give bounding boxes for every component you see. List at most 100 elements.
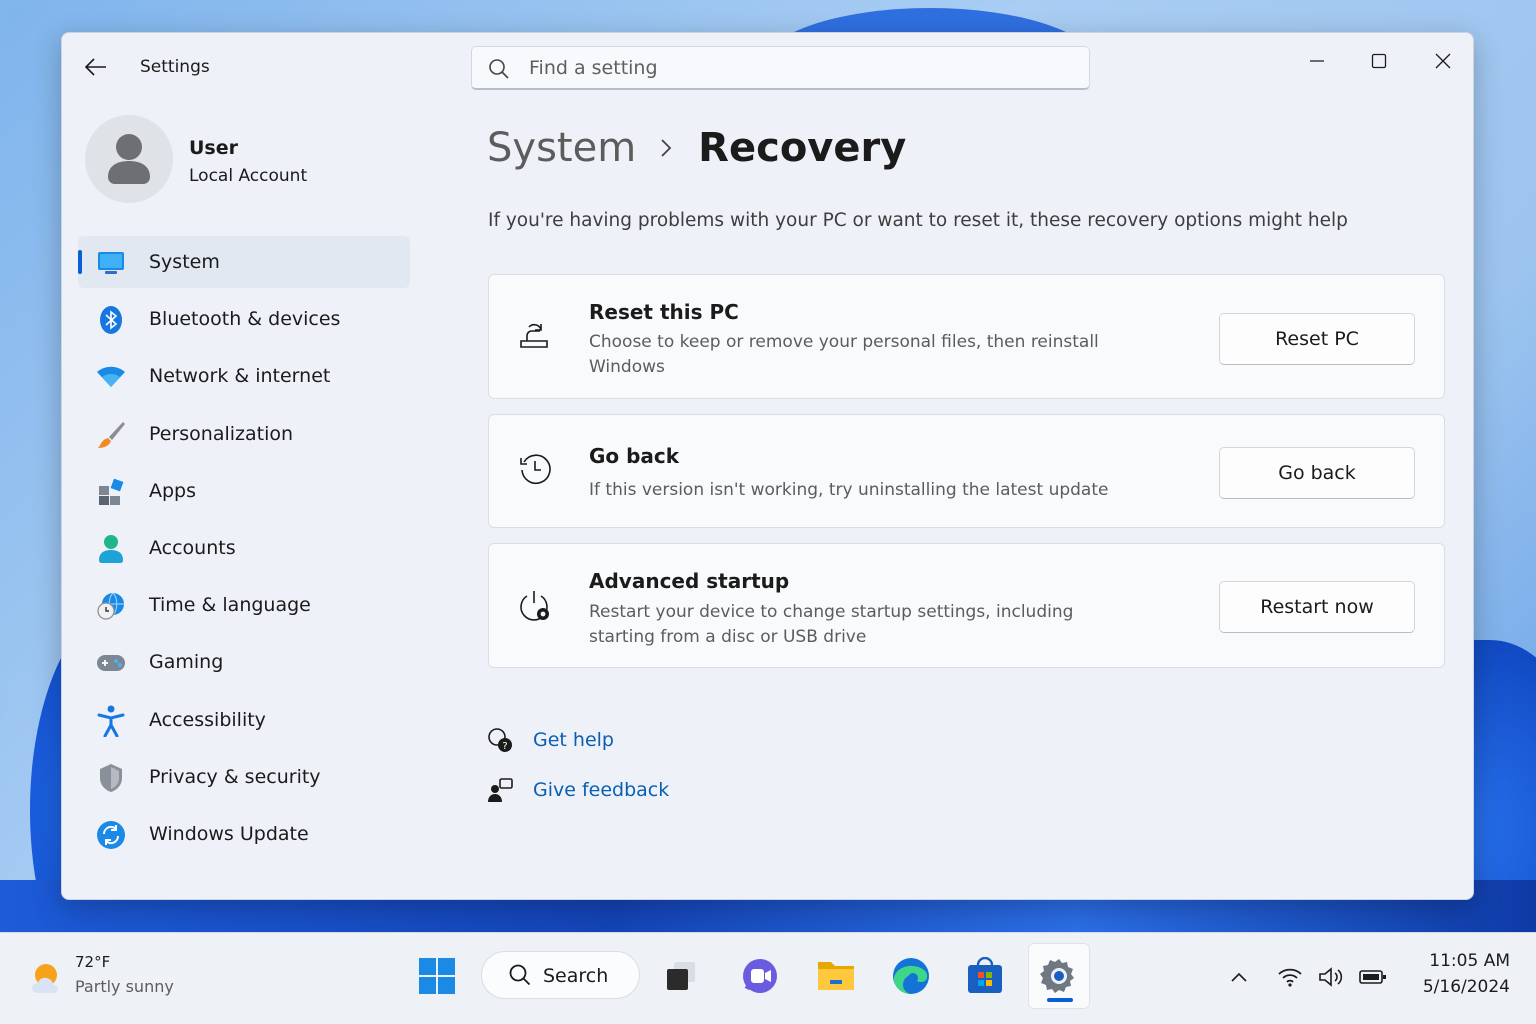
accounts-icon: [96, 534, 126, 564]
apps-icon: [96, 477, 126, 507]
globe-clock-icon: [96, 591, 126, 621]
store-icon: [968, 957, 1002, 993]
weather-widget[interactable]: 72°F Partly sunny: [28, 953, 208, 1009]
page-title: Recovery: [698, 125, 907, 171]
file-explorer-button[interactable]: [805, 943, 867, 1009]
sidebar-item-apps[interactable]: Apps: [78, 465, 410, 517]
card-title: Go back: [589, 444, 680, 468]
edge-icon: [893, 958, 929, 994]
sidebar-item-accessibility[interactable]: Accessibility: [78, 694, 410, 746]
chat-icon: [743, 959, 777, 993]
sidebar-item-time-language[interactable]: Time & language: [78, 579, 410, 631]
system-icon: [96, 248, 126, 278]
chevron-right-icon: [660, 138, 672, 158]
advanced-startup-card: Advanced startup Restart your device to …: [488, 543, 1445, 668]
sidebar-item-label: Personalization: [149, 422, 294, 445]
wifi-icon: [1278, 968, 1302, 987]
card-description: Choose to keep or remove your personal f…: [589, 332, 1099, 377]
selection-indicator: [78, 250, 82, 274]
close-icon: [1435, 53, 1451, 69]
edge-button[interactable]: [880, 943, 942, 1009]
sidebar-item-label: Privacy & security: [149, 765, 321, 788]
breadcrumb-parent[interactable]: System: [487, 125, 636, 171]
update-icon: [96, 820, 126, 850]
windows-logo-icon: [419, 958, 455, 994]
feedback-icon: [487, 777, 513, 803]
person-icon: [108, 134, 150, 184]
sidebar-item-windows-update[interactable]: Windows Update: [78, 808, 410, 860]
sidebar-item-bluetooth[interactable]: Bluetooth & devices: [78, 293, 410, 345]
taskbar-search-label: Search: [543, 965, 609, 987]
give-feedback-link[interactable]: Give feedback: [487, 777, 669, 803]
minimize-icon: [1310, 60, 1324, 62]
minimize-button[interactable]: [1294, 47, 1340, 75]
partly-sunny-icon: [32, 964, 58, 993]
shield-icon: [96, 763, 126, 793]
breadcrumb: System Recovery: [487, 125, 906, 171]
help-icon: ?: [487, 727, 513, 753]
go-back-card: Go back If this version isn't working, t…: [488, 414, 1445, 528]
restart-now-button[interactable]: Restart now: [1219, 581, 1415, 633]
avatar: [85, 115, 173, 203]
search-input[interactable]: [529, 55, 1069, 81]
user-profile[interactable]: User Local Account: [85, 115, 445, 205]
close-button[interactable]: [1420, 47, 1466, 75]
title-bar: Settings: [62, 33, 1473, 103]
weather-temp: 72°F: [75, 953, 111, 971]
chevron-up-icon: [1231, 972, 1247, 982]
reset-pc-icon: [517, 318, 553, 354]
account-type: Local Account: [189, 166, 308, 186]
svg-text:?: ?: [502, 741, 507, 752]
clock-date: 5/16/2024: [1422, 977, 1510, 997]
brush-icon: [96, 420, 126, 450]
reset-pc-button[interactable]: Reset PC: [1219, 313, 1415, 365]
maximize-button[interactable]: [1356, 47, 1402, 75]
maximize-icon: [1371, 53, 1387, 69]
history-icon: [517, 451, 553, 487]
battery-tray-button[interactable]: [1359, 963, 1387, 991]
taskbar-search[interactable]: Search: [481, 951, 640, 999]
user-name: User: [189, 137, 238, 159]
weather-condition: Partly sunny: [75, 977, 174, 996]
card-description: Restart your device to change startup se…: [589, 602, 1074, 647]
get-help-link[interactable]: ? Get help: [487, 727, 614, 753]
settings-button[interactable]: [1028, 943, 1090, 1009]
settings-window: Settings User Local Account System: [61, 32, 1474, 900]
reset-pc-card: Reset this PC Choose to keep or remove y…: [488, 274, 1445, 399]
clock[interactable]: 11:05 AM 5/16/2024: [1410, 951, 1510, 997]
sidebar-item-personalization[interactable]: Personalization: [78, 408, 410, 460]
clock-time: 11:05 AM: [1429, 951, 1510, 971]
sidebar-item-network[interactable]: Network & internet: [78, 350, 410, 402]
store-button[interactable]: [954, 943, 1016, 1009]
show-hidden-icons-button[interactable]: [1225, 963, 1253, 991]
running-indicator: [1047, 998, 1073, 1002]
sidebar-item-label: Time & language: [149, 594, 311, 617]
search-icon: [489, 59, 509, 79]
network-tray-button[interactable]: [1276, 963, 1304, 991]
sidebar-item-gaming[interactable]: Gaming: [78, 636, 410, 688]
sidebar-item-label: Network & internet: [149, 365, 331, 388]
link-label[interactable]: Give feedback: [533, 779, 669, 801]
go-back-button[interactable]: Go back: [1219, 447, 1415, 499]
search-icon: [509, 964, 531, 986]
volume-tray-button[interactable]: [1318, 963, 1346, 991]
sidebar-item-label: Windows Update: [149, 822, 309, 845]
link-label[interactable]: Get help: [533, 729, 614, 751]
start-button[interactable]: [406, 943, 468, 1009]
sidebar-item-system[interactable]: System: [78, 236, 410, 288]
accessibility-icon: [96, 705, 126, 737]
search-box[interactable]: [471, 46, 1090, 90]
sidebar-item-label: Apps: [149, 479, 197, 502]
card-title: Advanced startup: [589, 569, 790, 593]
speaker-icon: [1319, 967, 1343, 987]
back-button[interactable]: [82, 53, 110, 81]
task-view-button[interactable]: [650, 943, 712, 1009]
battery-icon: [1359, 970, 1386, 984]
sidebar-item-privacy[interactable]: Privacy & security: [78, 751, 410, 803]
gamepad-icon: [96, 648, 126, 678]
teams-button[interactable]: [729, 943, 791, 1009]
app-title: Settings: [140, 57, 210, 77]
sidebar-item-accounts[interactable]: Accounts: [78, 522, 410, 574]
sidebar-item-label: Accessibility: [149, 708, 266, 731]
sidebar-item-label: Accounts: [149, 536, 236, 559]
